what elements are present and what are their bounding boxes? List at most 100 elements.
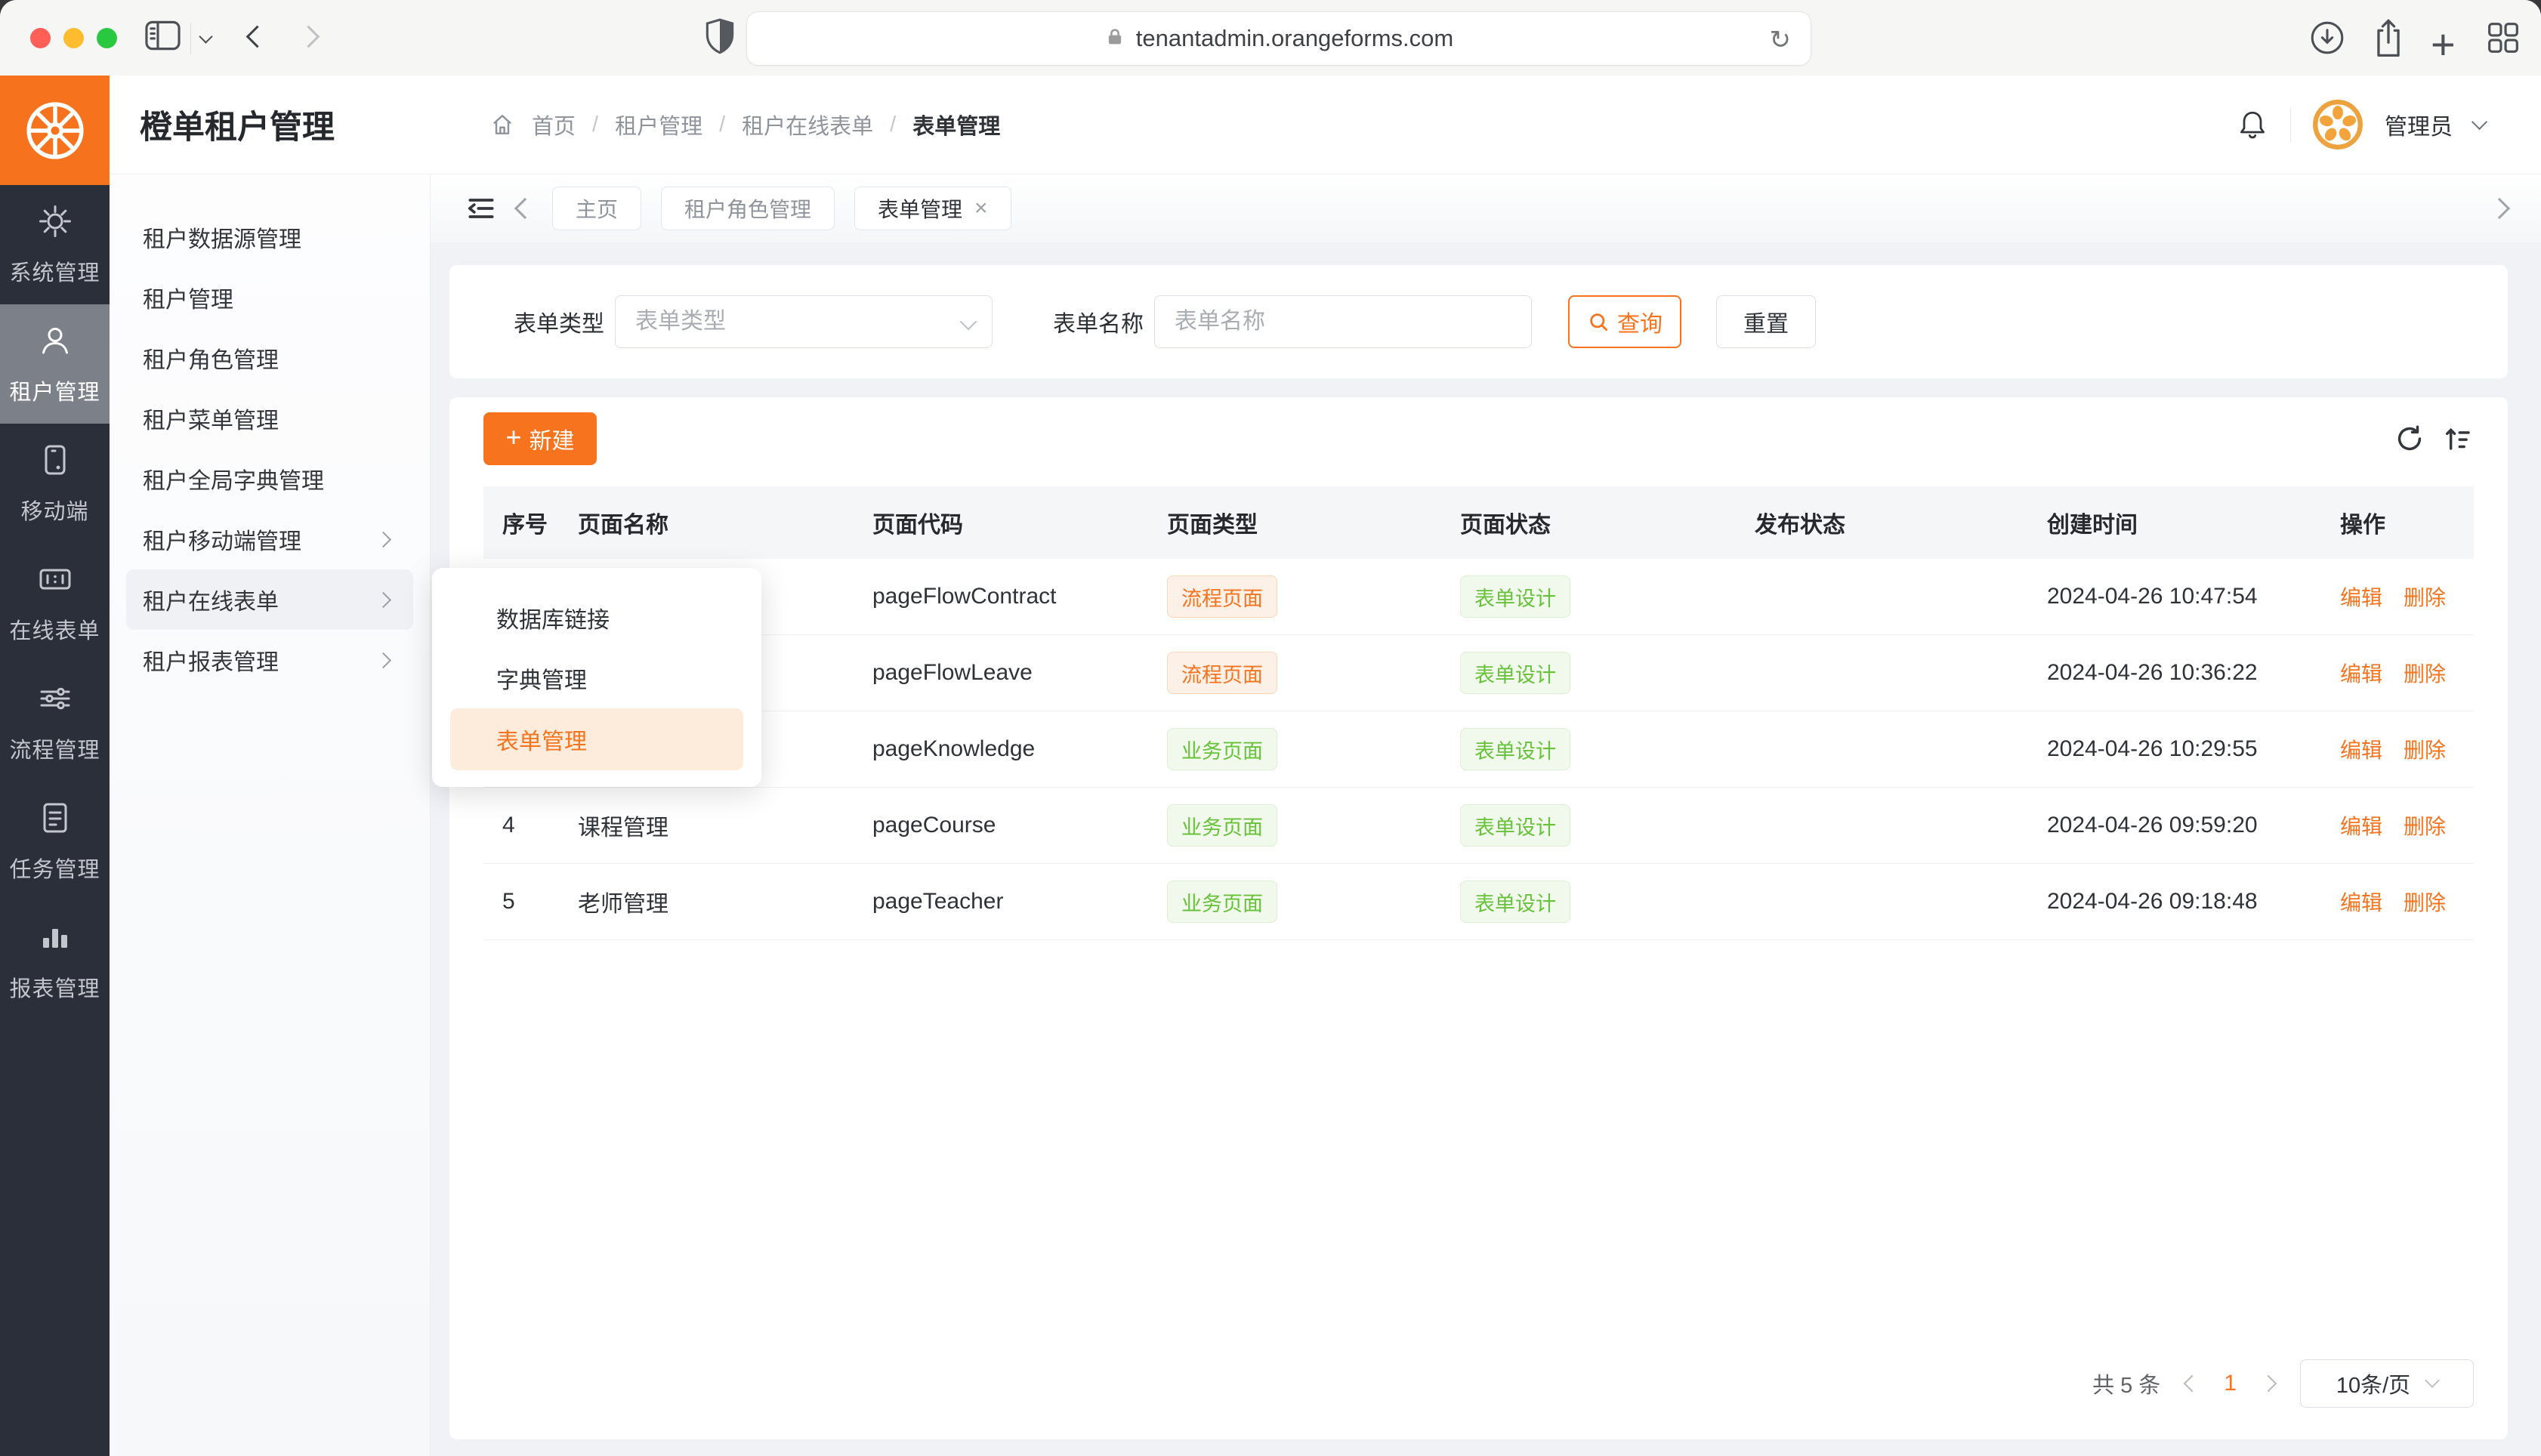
home-icon bbox=[489, 112, 515, 137]
sidebar-item-report[interactable]: 报表管理 bbox=[0, 901, 110, 1020]
tabs-scroll-right-icon[interactable] bbox=[2489, 198, 2510, 219]
sidebar-item-online-form[interactable]: 在线表单 bbox=[0, 543, 110, 662]
chevron-right-icon bbox=[375, 531, 391, 547]
back-icon[interactable] bbox=[246, 26, 269, 48]
current-page[interactable]: 1 bbox=[2224, 1371, 2237, 1396]
table-header-row: 序号 页面名称 页面代码 页面类型 页面状态 发布状态 创建时间 操作 bbox=[483, 486, 2474, 559]
sidebar-item-flow[interactable]: 流程管理 bbox=[0, 662, 110, 782]
header-divider bbox=[2290, 107, 2291, 142]
page-status-tag: 表单设计 bbox=[1460, 881, 1570, 923]
edit-link[interactable]: 编辑 bbox=[2340, 810, 2382, 841]
sidebar-item-mobile[interactable]: 移动端 bbox=[0, 424, 110, 543]
delete-link[interactable]: 删除 bbox=[2404, 734, 2446, 764]
notification-bell-icon[interactable] bbox=[2236, 108, 2269, 141]
app-logo[interactable] bbox=[0, 76, 110, 185]
chrome-divider bbox=[190, 23, 191, 54]
sidebar-item-task[interactable]: 任务管理 bbox=[0, 782, 110, 901]
browser-window: tenantadmin.orangeforms.com ↻ + 系统管理 bbox=[0, 0, 2541, 1456]
delete-link[interactable]: 删除 bbox=[2404, 658, 2446, 688]
tab-form-management[interactable]: 表单管理× bbox=[854, 187, 1011, 230]
edit-link[interactable]: 编辑 bbox=[2340, 734, 2382, 764]
browser-chrome: tenantadmin.orangeforms.com ↻ + bbox=[0, 0, 2541, 76]
form-type-input[interactable] bbox=[615, 295, 993, 348]
column-header: 操作 bbox=[2321, 506, 2474, 539]
orange-wheel-icon bbox=[22, 97, 88, 164]
form-name-label: 表单名称 bbox=[1053, 305, 1144, 338]
tabs-scroll-left-icon[interactable] bbox=[514, 198, 536, 219]
new-tab-icon[interactable]: + bbox=[2431, 20, 2456, 69]
chevron-right-icon bbox=[375, 652, 391, 668]
menu-item-tenant[interactable]: 租户管理 bbox=[126, 267, 413, 328]
refresh-icon[interactable] bbox=[2394, 423, 2425, 455]
table-row: 5 老师管理 pageTeacher 业务页面 表单设计 2024-04-26 … bbox=[483, 864, 2474, 940]
tab-home[interactable]: 主页 bbox=[552, 187, 641, 230]
share-icon[interactable] bbox=[2372, 17, 2405, 63]
column-header: 序号 bbox=[483, 506, 559, 539]
delete-link[interactable]: 删除 bbox=[2404, 887, 2446, 917]
form-icon bbox=[37, 561, 73, 601]
sidebar-toggle-icon[interactable] bbox=[145, 20, 181, 54]
next-page-icon[interactable] bbox=[2260, 1375, 2277, 1393]
form-type-select[interactable] bbox=[615, 295, 993, 348]
sidebar-item-tenant[interactable]: 租户管理 bbox=[0, 304, 110, 424]
delete-link[interactable]: 删除 bbox=[2404, 581, 2446, 612]
reload-icon[interactable]: ↻ bbox=[1770, 25, 1792, 55]
create-button[interactable]: + 新建 bbox=[483, 412, 597, 465]
delete-link[interactable]: 删除 bbox=[2404, 810, 2446, 841]
menu-item-online-form[interactable]: 租户在线表单 bbox=[126, 569, 413, 630]
minimize-window-button[interactable] bbox=[63, 28, 84, 48]
tab-overview-icon[interactable] bbox=[2487, 21, 2520, 58]
sidebar-item-system[interactable]: 系统管理 bbox=[0, 185, 110, 304]
menu-item-report[interactable]: 租户报表管理 bbox=[126, 630, 413, 690]
forward-icon[interactable] bbox=[298, 26, 320, 48]
breadcrumb-item[interactable]: 租户在线表单 bbox=[742, 109, 873, 140]
avatar[interactable] bbox=[2312, 99, 2363, 150]
submenu-flyout: 数据库链接 字典管理 表单管理 bbox=[432, 568, 761, 787]
total-count: 共 5 条 bbox=[2092, 1368, 2160, 1399]
breadcrumb-item[interactable]: 首页 bbox=[532, 109, 576, 140]
form-name-field[interactable] bbox=[1154, 295, 1532, 348]
form-name-input[interactable] bbox=[1154, 295, 1532, 348]
page-type-tag: 流程页面 bbox=[1167, 575, 1277, 618]
search-icon bbox=[1587, 310, 1610, 333]
address-bar[interactable]: tenantadmin.orangeforms.com ↻ bbox=[746, 11, 1811, 66]
column-sort-icon[interactable] bbox=[2442, 423, 2474, 455]
search-button[interactable]: 查询 bbox=[1568, 295, 1681, 348]
close-icon[interactable]: × bbox=[974, 196, 988, 221]
app-root: 系统管理 租户管理 移动端 在线表单 流程管理 任务管理 bbox=[0, 76, 2541, 1456]
form-type-label: 表单类型 bbox=[514, 305, 604, 338]
downloads-icon[interactable] bbox=[2310, 20, 2345, 59]
menu-item-role[interactable]: 租户角色管理 bbox=[126, 328, 413, 388]
chevron-down-icon[interactable] bbox=[199, 29, 212, 43]
collapse-menu-icon[interactable] bbox=[465, 192, 498, 225]
page-size-select[interactable]: 10条/页 bbox=[2300, 1359, 2474, 1408]
zoom-window-button[interactable] bbox=[97, 28, 117, 48]
flyout-item-dict-management[interactable]: 字典管理 bbox=[432, 648, 761, 708]
menu-item-dict[interactable]: 租户全局字典管理 bbox=[126, 449, 413, 509]
breadcrumb-current: 表单管理 bbox=[912, 109, 1000, 140]
filter-panel: 表单类型 表单名称 查询 bbox=[449, 265, 2508, 378]
privacy-shield-icon[interactable] bbox=[704, 17, 736, 60]
page-type-tag: 业务页面 bbox=[1167, 728, 1277, 770]
tab-bar: 主页 租户角色管理 表单管理× bbox=[431, 174, 2541, 242]
menu-item-menu[interactable]: 租户菜单管理 bbox=[126, 388, 413, 449]
page-body: 表单类型 表单名称 查询 bbox=[431, 242, 2541, 1456]
edit-link[interactable]: 编辑 bbox=[2340, 658, 2382, 688]
page-status-tag: 表单设计 bbox=[1460, 728, 1570, 770]
tab-tenant-role[interactable]: 租户角色管理 bbox=[661, 187, 835, 230]
user-name[interactable]: 管理员 bbox=[2385, 108, 2453, 141]
edit-link[interactable]: 编辑 bbox=[2340, 581, 2382, 612]
menu-item-mobile[interactable]: 租户移动端管理 bbox=[126, 509, 413, 569]
gear-icon bbox=[37, 203, 73, 243]
breadcrumb-item[interactable]: 租户管理 bbox=[615, 109, 702, 140]
menu-item-datasource[interactable]: 租户数据源管理 bbox=[126, 207, 413, 267]
prev-page-icon[interactable] bbox=[2184, 1375, 2201, 1393]
chevron-down-icon[interactable] bbox=[2472, 113, 2487, 129]
table-toolbar: + 新建 bbox=[483, 412, 2474, 465]
edit-link[interactable]: 编辑 bbox=[2340, 887, 2382, 917]
flyout-item-form-management[interactable]: 表单管理 bbox=[450, 708, 743, 770]
close-window-button[interactable] bbox=[30, 28, 51, 48]
page-title: 橙单租户管理 bbox=[110, 101, 431, 148]
flyout-item-database-link[interactable]: 数据库链接 bbox=[432, 588, 761, 648]
reset-button[interactable]: 重置 bbox=[1716, 295, 1816, 348]
